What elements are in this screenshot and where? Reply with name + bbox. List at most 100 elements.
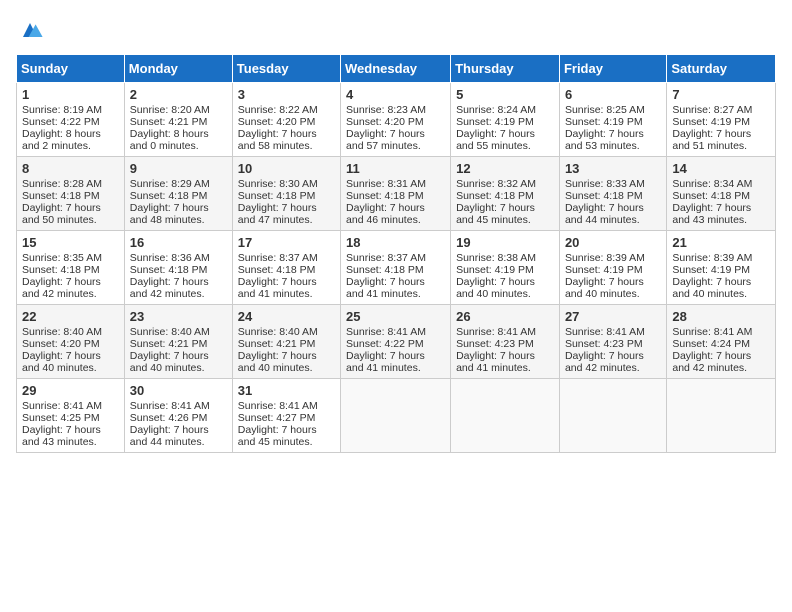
day-number: 31 [238, 383, 335, 398]
sunrise-text: Sunrise: 8:37 AM [346, 252, 426, 264]
calendar-cell: 8Sunrise: 8:28 AMSunset: 4:18 PMDaylight… [17, 157, 125, 231]
sunset-text: Sunset: 4:18 PM [22, 264, 100, 276]
sunset-text: Sunset: 4:18 PM [672, 190, 750, 202]
daylight-text: Daylight: 7 hours and 41 minutes. [346, 350, 425, 374]
sunrise-text: Sunrise: 8:41 AM [130, 400, 210, 412]
daylight-text: Daylight: 7 hours and 50 minutes. [22, 202, 101, 226]
day-number: 6 [565, 87, 661, 102]
calendar-day-header: Wednesday [341, 55, 451, 83]
page-header [16, 16, 776, 44]
sunset-text: Sunset: 4:18 PM [346, 264, 424, 276]
calendar-day-header: Friday [559, 55, 666, 83]
calendar-cell: 9Sunrise: 8:29 AMSunset: 4:18 PMDaylight… [124, 157, 232, 231]
calendar-cell: 23Sunrise: 8:40 AMSunset: 4:21 PMDayligh… [124, 305, 232, 379]
sunrise-text: Sunrise: 8:38 AM [456, 252, 536, 264]
daylight-text: Daylight: 7 hours and 40 minutes. [456, 276, 535, 300]
calendar-cell: 7Sunrise: 8:27 AMSunset: 4:19 PMDaylight… [667, 83, 776, 157]
daylight-text: Daylight: 8 hours and 2 minutes. [22, 128, 101, 152]
sunset-text: Sunset: 4:20 PM [346, 116, 424, 128]
sunset-text: Sunset: 4:21 PM [130, 116, 208, 128]
calendar-cell [667, 379, 776, 453]
sunrise-text: Sunrise: 8:39 AM [672, 252, 752, 264]
sunrise-text: Sunrise: 8:41 AM [672, 326, 752, 338]
sunrise-text: Sunrise: 8:30 AM [238, 178, 318, 190]
sunset-text: Sunset: 4:23 PM [456, 338, 534, 350]
sunrise-text: Sunrise: 8:19 AM [22, 104, 102, 116]
sunset-text: Sunset: 4:18 PM [130, 190, 208, 202]
sunrise-text: Sunrise: 8:37 AM [238, 252, 318, 264]
daylight-text: Daylight: 7 hours and 42 minutes. [672, 350, 751, 374]
daylight-text: Daylight: 7 hours and 40 minutes. [130, 350, 209, 374]
sunrise-text: Sunrise: 8:28 AM [22, 178, 102, 190]
calendar-cell: 12Sunrise: 8:32 AMSunset: 4:18 PMDayligh… [451, 157, 560, 231]
day-number: 12 [456, 161, 554, 176]
calendar-cell: 20Sunrise: 8:39 AMSunset: 4:19 PMDayligh… [559, 231, 666, 305]
day-number: 2 [130, 87, 227, 102]
calendar-cell: 3Sunrise: 8:22 AMSunset: 4:20 PMDaylight… [232, 83, 340, 157]
sunset-text: Sunset: 4:19 PM [672, 116, 750, 128]
sunrise-text: Sunrise: 8:41 AM [456, 326, 536, 338]
sunset-text: Sunset: 4:19 PM [565, 264, 643, 276]
sunrise-text: Sunrise: 8:34 AM [672, 178, 752, 190]
calendar-cell: 30Sunrise: 8:41 AMSunset: 4:26 PMDayligh… [124, 379, 232, 453]
sunset-text: Sunset: 4:18 PM [456, 190, 534, 202]
day-number: 24 [238, 309, 335, 324]
calendar-cell: 11Sunrise: 8:31 AMSunset: 4:18 PMDayligh… [341, 157, 451, 231]
daylight-text: Daylight: 7 hours and 43 minutes. [672, 202, 751, 226]
day-number: 18 [346, 235, 445, 250]
calendar-day-header: Monday [124, 55, 232, 83]
daylight-text: Daylight: 7 hours and 46 minutes. [346, 202, 425, 226]
calendar-table: SundayMondayTuesdayWednesdayThursdayFrid… [16, 54, 776, 453]
daylight-text: Daylight: 7 hours and 40 minutes. [565, 276, 644, 300]
day-number: 17 [238, 235, 335, 250]
daylight-text: Daylight: 7 hours and 41 minutes. [456, 350, 535, 374]
day-number: 11 [346, 161, 445, 176]
sunset-text: Sunset: 4:19 PM [456, 116, 534, 128]
sunset-text: Sunset: 4:26 PM [130, 412, 208, 424]
daylight-text: Daylight: 7 hours and 42 minutes. [130, 276, 209, 300]
calendar-cell [341, 379, 451, 453]
sunrise-text: Sunrise: 8:41 AM [238, 400, 318, 412]
calendar-header-row: SundayMondayTuesdayWednesdayThursdayFrid… [17, 55, 776, 83]
day-number: 26 [456, 309, 554, 324]
sunset-text: Sunset: 4:25 PM [22, 412, 100, 424]
day-number: 14 [672, 161, 770, 176]
calendar-cell: 22Sunrise: 8:40 AMSunset: 4:20 PMDayligh… [17, 305, 125, 379]
day-number: 10 [238, 161, 335, 176]
daylight-text: Daylight: 7 hours and 40 minutes. [672, 276, 751, 300]
sunset-text: Sunset: 4:23 PM [565, 338, 643, 350]
calendar-cell: 4 Sunrise: 8:23 AMSunset: 4:20 PMDaylight… [341, 83, 451, 157]
calendar-cell: 28Sunrise: 8:41 AMSunset: 4:24 PMDayligh… [667, 305, 776, 379]
sunrise-text: Sunrise: 8:35 AM [22, 252, 102, 264]
day-number: 28 [672, 309, 770, 324]
sunrise-text: Sunrise: 8:41 AM [565, 326, 645, 338]
calendar-cell: 18Sunrise: 8:37 AMSunset: 4:18 PMDayligh… [341, 231, 451, 305]
calendar-cell: 2Sunrise: 8:20 AMSunset: 4:21 PMDaylight… [124, 83, 232, 157]
calendar-cell: 24Sunrise: 8:40 AMSunset: 4:21 PMDayligh… [232, 305, 340, 379]
daylight-text: Daylight: 7 hours and 47 minutes. [238, 202, 317, 226]
daylight-text: Daylight: 7 hours and 40 minutes. [238, 350, 317, 374]
day-number: 4 [346, 87, 445, 102]
sunrise-text: Sunrise: 8:40 AM [22, 326, 102, 338]
daylight-text: Daylight: 7 hours and 57 minutes. [346, 128, 425, 152]
day-number: 1 [22, 87, 119, 102]
calendar-cell: 21Sunrise: 8:39 AMSunset: 4:19 PMDayligh… [667, 231, 776, 305]
calendar-cell: 10Sunrise: 8:30 AMSunset: 4:18 PMDayligh… [232, 157, 340, 231]
daylight-text: Daylight: 8 hours and 0 minutes. [130, 128, 209, 152]
sunset-text: Sunset: 4:27 PM [238, 412, 316, 424]
sunset-text: Sunset: 4:21 PM [238, 338, 316, 350]
calendar-cell: 31 Sunrise: 8:41 AMSunset: 4:27 PMDayligh… [232, 379, 340, 453]
daylight-text: Daylight: 7 hours and 45 minutes. [238, 424, 317, 448]
sunset-text: Sunset: 4:20 PM [238, 116, 316, 128]
calendar-week-row: 15Sunrise: 8:35 AMSunset: 4:18 PMDayligh… [17, 231, 776, 305]
daylight-text: Daylight: 7 hours and 55 minutes. [456, 128, 535, 152]
day-number: 23 [130, 309, 227, 324]
sunset-text: Sunset: 4:18 PM [346, 190, 424, 202]
day-number: 8 [22, 161, 119, 176]
daylight-text: Daylight: 7 hours and 53 minutes. [565, 128, 644, 152]
day-number: 15 [22, 235, 119, 250]
logo-icon [16, 16, 44, 44]
sunrise-text: Sunrise: 8:40 AM [130, 326, 210, 338]
day-number: 27 [565, 309, 661, 324]
sunrise-text: Sunrise: 8:23 AM [346, 104, 426, 116]
